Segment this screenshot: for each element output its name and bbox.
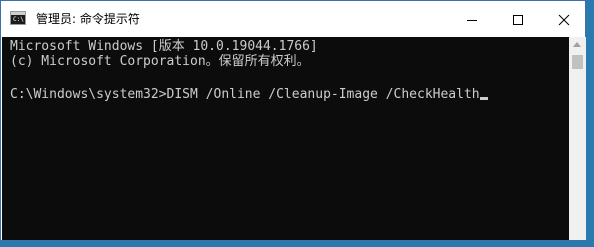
maximize-button[interactable] <box>495 1 541 37</box>
minimize-icon <box>467 20 477 21</box>
vertical-scrollbar[interactable] <box>569 37 586 240</box>
console-line-version: Microsoft Windows [版本 10.0.19044.1766] <box>10 39 318 54</box>
console-output[interactable]: Microsoft Windows [版本 10.0.19044.1766] (… <box>2 37 569 240</box>
cmd-prompt-icon[interactable]: C:\ <box>10 11 26 25</box>
minimize-button[interactable] <box>449 1 495 37</box>
title-bar[interactable]: C:\ 管理员: 命令提示符 <box>1 1 585 37</box>
maximize-icon <box>513 15 523 25</box>
console-line-command[interactable]: C:\Windows\system32>DISM /Online /Cleanu… <box>10 87 488 103</box>
console-line-copyright: (c) Microsoft Corporation。保留所有权利。 <box>10 54 310 69</box>
close-button[interactable] <box>541 1 587 37</box>
scroll-up-arrow-icon[interactable] <box>573 42 581 47</box>
scroll-thumb[interactable] <box>572 55 583 69</box>
window-title: 管理员: 命令提示符 <box>36 12 140 26</box>
command-text: C:\Windows\system32>DISM /Online /Cleanu… <box>10 87 480 102</box>
text-cursor <box>479 97 488 100</box>
close-icon <box>558 14 570 26</box>
cmd-window: C:\ 管理员: 命令提示符 Microsoft Windows [版本 10.… <box>0 0 586 241</box>
